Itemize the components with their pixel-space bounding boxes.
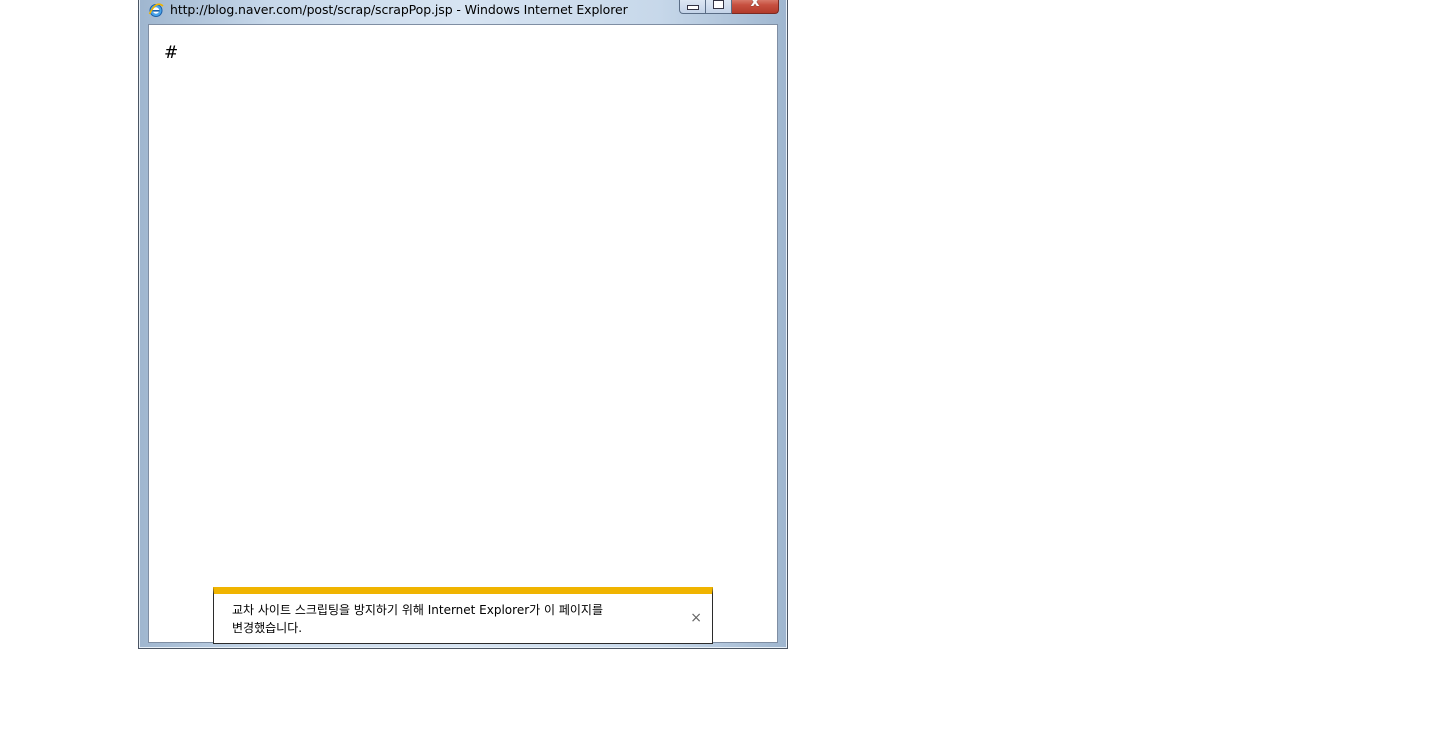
title-bar[interactable]: http://blog.naver.com/post/scrap/scrapPo…	[139, 0, 787, 24]
ie-popup-window: http://blog.naver.com/post/scrap/scrapPo…	[138, 0, 788, 649]
window-controls: x	[679, 0, 779, 16]
page-text: #	[164, 43, 179, 63]
minimize-button[interactable]	[679, 0, 706, 14]
notification-close-button[interactable]: ×	[690, 610, 702, 626]
maximize-button[interactable]	[706, 0, 732, 14]
notification-message-line2: 변경했습니다.	[232, 621, 303, 635]
close-icon: x	[750, 0, 760, 10]
window-title: http://blog.naver.com/post/scrap/scrapPo…	[170, 2, 628, 17]
close-window-button[interactable]: x	[732, 0, 779, 14]
page-content: # 교차 사이트 스크립팅을 방지하기 위해 Internet Explorer…	[148, 24, 778, 644]
maximize-icon	[713, 0, 724, 9]
notification-message-line1: 교차 사이트 스크립팅을 방지하기 위해 Internet Explorer가 …	[232, 603, 604, 617]
ie-icon	[148, 3, 164, 17]
notification-message: 교차 사이트 스크립팅을 방지하기 위해 Internet Explorer가 …	[232, 601, 672, 637]
xss-notification-bar: 교차 사이트 스크립팅을 방지하기 위해 Internet Explorer가 …	[213, 587, 713, 644]
minimize-icon	[686, 4, 699, 10]
